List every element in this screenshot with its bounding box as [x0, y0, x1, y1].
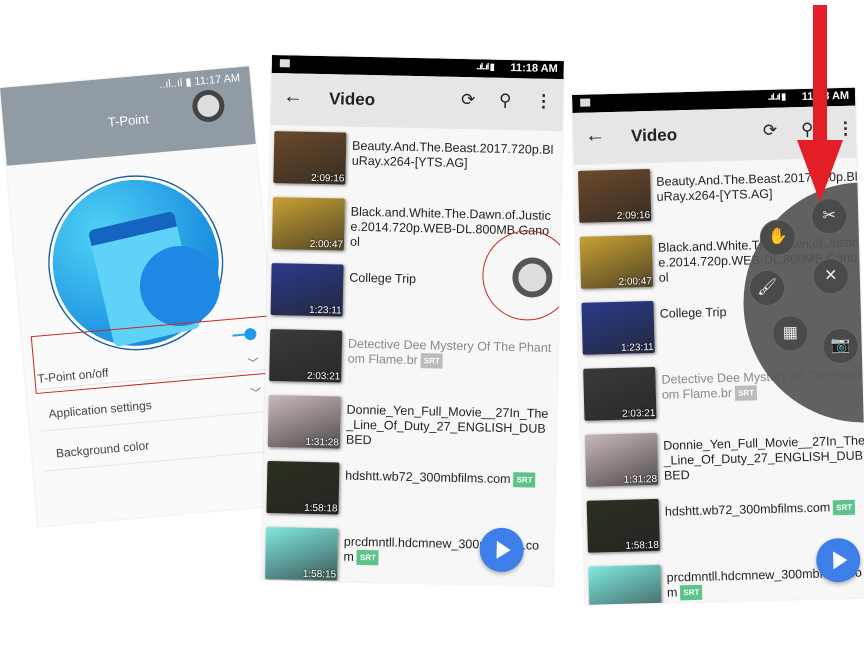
video-thumbnail: 1:58:15 — [588, 564, 662, 605]
srt-badge: SRT — [833, 499, 856, 516]
video-title-text: College Trip — [659, 305, 727, 321]
video-thumbnail: 2:03:21 — [583, 366, 657, 421]
refresh-icon[interactable]: ⟳ — [763, 121, 778, 141]
video-title-text: Detective Dee Mystery Of The Phantom Fla… — [347, 336, 552, 368]
page-title: Video — [630, 125, 678, 146]
search-icon[interactable]: ⚲ — [499, 91, 512, 111]
video-title: Beauty.And.The.Beast.2017.720p.BluRay.x2… — [352, 139, 558, 173]
srt-badge: SRT — [734, 385, 758, 402]
video-thumbnail: 1:31:28 — [584, 432, 659, 487]
video-duration: 2:00:47 — [309, 238, 344, 251]
back-arrow-icon[interactable]: ← — [283, 85, 303, 108]
chevron-down-icon[interactable]: ﹀ — [247, 355, 260, 372]
video-list-item[interactable]: 2:03:21 Detective Dee Mystery Of The Pha… — [269, 325, 562, 397]
video-thumbnail: 1:23:11 — [270, 263, 344, 317]
video-thumbnail: 2:03:21 — [269, 329, 343, 383]
video-list-item[interactable]: 1:31:28 Donnie_Yen_Full_Movie__27In_The_… — [584, 423, 864, 496]
video-duration: 1:23:11 — [308, 304, 342, 317]
video-screen: ..ıl..ıl ▮ 11:18 AM ← Video ⟳ ⚲ ⋮ 2:09:16… — [261, 55, 564, 587]
video-title-text: Beauty.And.The.Beast.2017.720p.BluRay.x2… — [351, 138, 554, 171]
video-duration: 2:00:47 — [618, 275, 653, 288]
srt-badge: SRT — [680, 584, 703, 601]
video-title-text: hdshtt.wb72_300mbfilms.com — [664, 500, 831, 519]
video-thumbnail: 1:58:18 — [586, 498, 660, 553]
play-icon — [833, 550, 848, 570]
play-icon — [496, 540, 511, 560]
toolbar: ← Video ⟳ ⚲ ⋮ — [270, 72, 564, 132]
video-duration: 2:09:16 — [310, 172, 345, 185]
signal-icon: ..ıl..ıl ▮ — [158, 76, 193, 92]
signal-icon: ..ıl..ıl ▮ — [476, 61, 494, 72]
status-bar: ..ıl..ıl ▮ 11:17 AM — [159, 71, 241, 91]
video-thumbnail: 1:31:28 — [267, 395, 341, 449]
video-thumbnail: 2:09:16 — [273, 131, 347, 185]
signal-icon: ..ıl..ıl ▮ — [767, 91, 786, 102]
video-duration: 1:31:28 — [623, 473, 658, 486]
video-thumbnail: 2:00:47 — [579, 234, 654, 289]
video-title: Donnie_Yen_Full_Movie__27In_The_Line_Of_… — [346, 403, 552, 452]
page-title: Video — [328, 89, 376, 110]
video-duration: 1:58:18 — [625, 539, 659, 552]
toggle-switch[interactable] — [232, 327, 257, 341]
video-duration: 2:03:21 — [621, 407, 656, 420]
srt-badge: SRT — [513, 472, 536, 488]
red-arrow-shaft — [813, 5, 827, 145]
status-time: 11:17 AM — [194, 72, 241, 88]
video-thumbnail: 1:23:11 — [581, 300, 655, 355]
video-duration: 1:58:15 — [302, 568, 337, 581]
more-options-icon[interactable]: ⋮ — [535, 92, 552, 112]
chevron-down-icon[interactable]: ﹀ — [250, 384, 262, 401]
image-notification-icon — [580, 98, 591, 107]
back-arrow-icon[interactable]: ← — [585, 124, 606, 148]
srt-badge: SRT — [420, 353, 443, 369]
refresh-icon[interactable]: ⟳ — [461, 90, 476, 110]
video-title-text: hdshtt.wb72_300mbfilms.com — [345, 468, 511, 487]
video-duration: 1:23:11 — [620, 341, 654, 354]
video-title-text: Donnie_Yen_Full_Movie__27In_The_Line_Of_… — [663, 433, 864, 483]
video-list-item[interactable]: 1:58:18 hdshtt.wb72_300mbfilms.com SRT — [266, 457, 559, 529]
video-title: hdshtt.wb72_300mbfilms.com SRT — [345, 469, 550, 488]
red-arrow-head — [797, 140, 843, 202]
setting-label: Background color — [55, 438, 150, 461]
video-duration: 1:31:28 — [305, 436, 340, 449]
video-list-item[interactable]: 1:31:28 Donnie_Yen_Full_Movie__27In_The_… — [267, 391, 561, 463]
status-time: 11:18 AM — [510, 61, 558, 75]
video-duration: 1:58:18 — [304, 502, 338, 515]
video-duration: 2:03:21 — [306, 370, 341, 383]
more-options-icon[interactable]: ⋮ — [837, 119, 855, 139]
video-duration: 2:09:16 — [616, 209, 651, 222]
search-icon[interactable]: ⚲ — [801, 120, 814, 140]
srt-badge: SRT — [356, 550, 380, 566]
video-list-item[interactable]: 2:09:16 Beauty.And.The.Beast.2017.720p.B… — [273, 127, 564, 199]
setting-label: T-Point on/off — [36, 365, 109, 386]
video-title-text: College Trip — [349, 270, 417, 287]
video-thumbnail: 2:09:16 — [577, 168, 652, 223]
video-title: hdshtt.wb72_300mbfilms.com SRT — [665, 499, 864, 520]
video-thumbnail: 1:58:15 — [265, 526, 339, 581]
video-thumbnail: 1:58:18 — [266, 460, 340, 515]
setting-label: Application settings — [47, 398, 153, 421]
video-title: Detective Dee Mystery Of The Phantom Fla… — [347, 337, 553, 371]
tpoint-screen: ..ıl..ıl ▮ 11:17 AM T-Point T-Point on/o… — [0, 66, 288, 527]
video-thumbnail: 2:00:47 — [271, 197, 346, 251]
video-title-text: Donnie_Yen_Full_Movie__27In_The_Line_Of_… — [345, 402, 549, 448]
image-notification-icon — [279, 59, 290, 68]
video-title: Donnie_Yen_Full_Movie__27In_The_Line_Of_… — [663, 433, 864, 483]
